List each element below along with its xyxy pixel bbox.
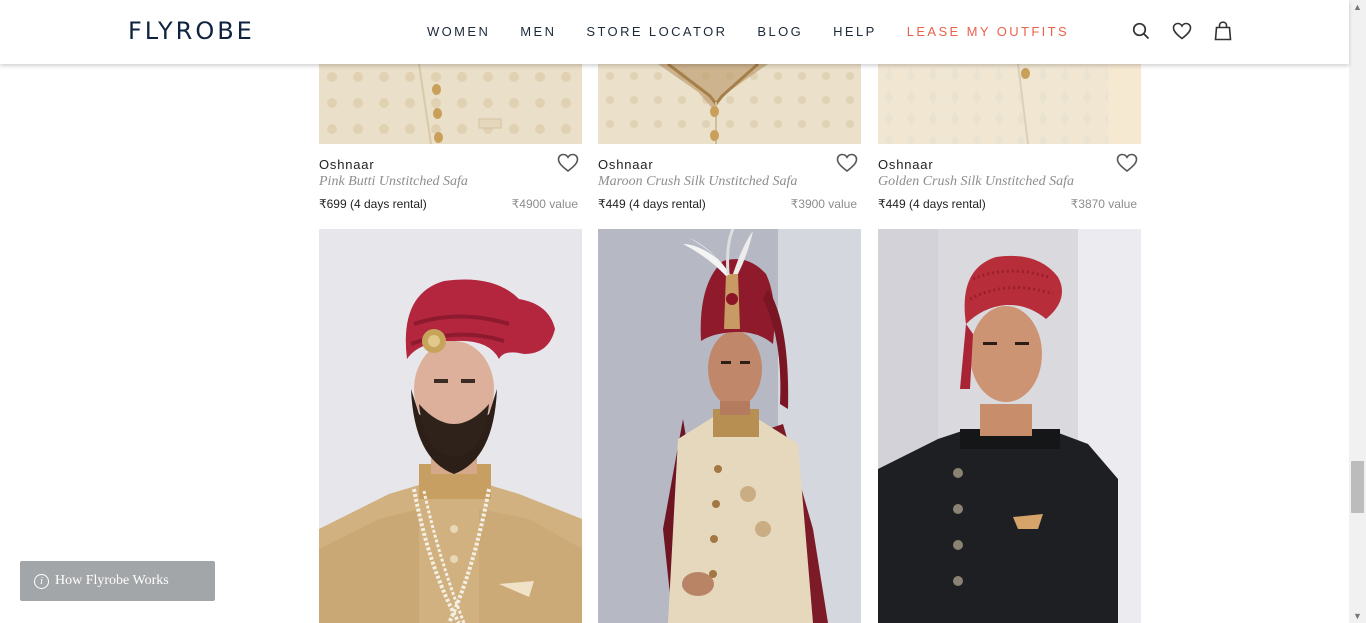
scroll-down-arrow-icon[interactable]: ▼	[1353, 611, 1362, 621]
scrollbar[interactable]: ▲ ▼	[1349, 0, 1366, 623]
nav-help[interactable]: HELP	[833, 24, 877, 39]
product-price: ₹699 (4 days rental)	[319, 197, 427, 211]
product-name[interactable]: Maroon Crush Silk Unstitched Safa	[598, 174, 797, 190]
product-card[interactable]	[878, 229, 1141, 623]
product-brand: Oshnaar	[319, 157, 375, 172]
heart-icon[interactable]	[1171, 20, 1193, 42]
header-icons	[1130, 20, 1253, 42]
main-nav: WOMEN MEN STORE LOCATOR BLOG HELP LEASE …	[427, 24, 1099, 39]
how-it-works-button[interactable]: i How Flyrobe Works	[20, 561, 215, 601]
site-header: FLYROBE WOMEN MEN STORE LOCATOR BLOG HEL…	[0, 0, 1349, 64]
product-value: ₹3900 value	[790, 197, 857, 211]
product-card[interactable]	[319, 229, 582, 623]
product-image[interactable]	[878, 229, 1141, 623]
product-brand: Oshnaar	[878, 157, 934, 172]
product-image[interactable]	[878, 64, 1141, 144]
product-image[interactable]	[319, 64, 582, 144]
how-it-works-label: How Flyrobe Works	[55, 573, 169, 588]
product-name[interactable]: Golden Crush Silk Unstitched Safa	[878, 174, 1074, 190]
product-image[interactable]	[598, 229, 861, 623]
product-name[interactable]: Pink Butti Unstitched Safa	[319, 174, 468, 190]
product-card[interactable]	[598, 229, 861, 623]
wishlist-heart-icon[interactable]	[557, 153, 579, 173]
scrollbar-thumb[interactable]	[1351, 461, 1364, 513]
nav-women[interactable]: WOMEN	[427, 24, 490, 39]
product-value: ₹3870 value	[1070, 197, 1137, 211]
product-price: ₹449 (4 days rental)	[878, 197, 986, 211]
product-price: ₹449 (4 days rental)	[598, 197, 706, 211]
bag-icon[interactable]	[1212, 20, 1234, 42]
product-value: ₹4900 value	[511, 197, 578, 211]
site-logo[interactable]: FLYROBE	[128, 17, 255, 45]
product-card[interactable]: Oshnaar Pink Butti Unstitched Safa ₹699 …	[319, 64, 582, 229]
product-image[interactable]	[598, 64, 861, 144]
scroll-up-arrow-icon[interactable]: ▲	[1353, 2, 1362, 12]
nav-store-locator[interactable]: STORE LOCATOR	[586, 24, 727, 39]
nav-blog[interactable]: BLOG	[757, 24, 803, 39]
info-icon: i	[34, 573, 49, 589]
product-card[interactable]: Oshnaar Golden Crush Silk Unstitched Saf…	[878, 64, 1141, 229]
product-image[interactable]	[319, 229, 582, 623]
nav-men[interactable]: MEN	[520, 24, 556, 39]
product-brand: Oshnaar	[598, 157, 654, 172]
wishlist-heart-icon[interactable]	[1116, 153, 1138, 173]
nav-lease-my-outfits[interactable]: LEASE MY OUTFITS	[907, 24, 1069, 39]
wishlist-heart-icon[interactable]	[836, 153, 858, 173]
product-card[interactable]: Oshnaar Maroon Crush Silk Unstitched Saf…	[598, 64, 861, 229]
search-icon[interactable]	[1130, 20, 1152, 42]
